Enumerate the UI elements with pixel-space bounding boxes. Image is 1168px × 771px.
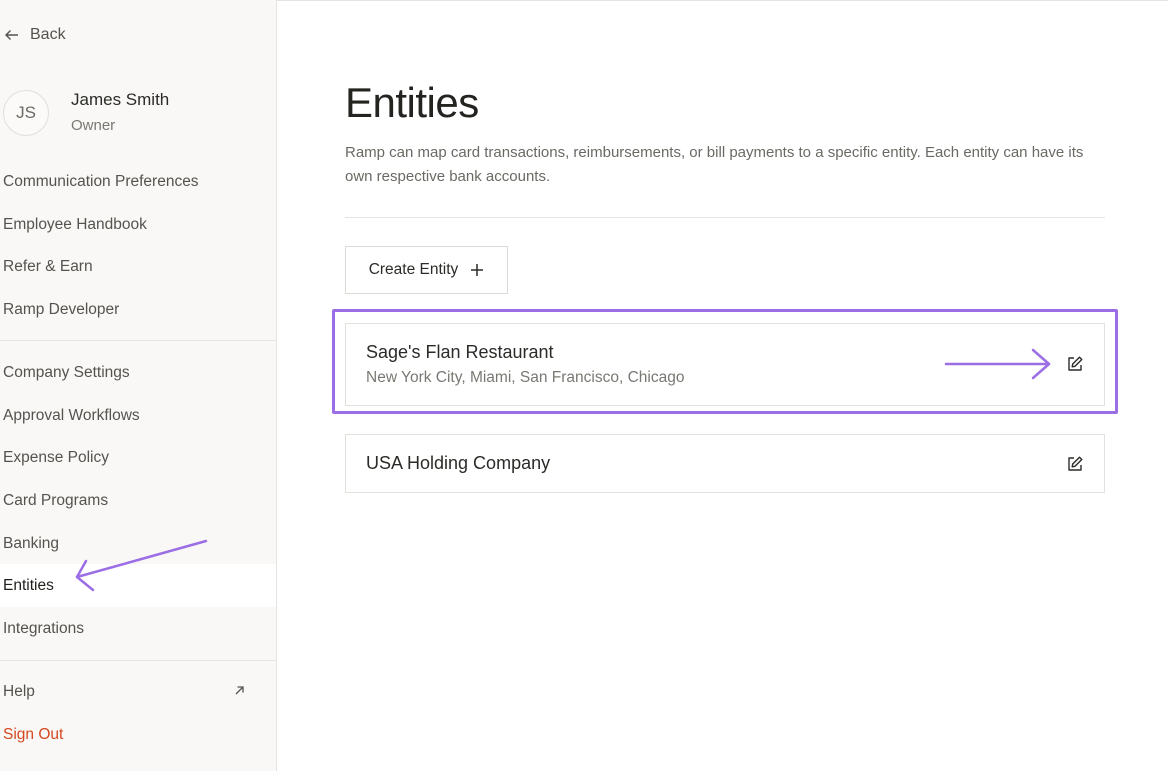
user-name: James Smith [71, 90, 170, 109]
sidebar-item-label: Expense Policy [3, 448, 109, 466]
user-role: Owner [71, 117, 116, 134]
back-button[interactable]: Back [4, 26, 66, 44]
sidebar-item-label: Approval Workflows [3, 406, 140, 424]
sidebar-divider [0, 340, 276, 341]
sidebar-item-label: Refer & Earn [3, 257, 93, 275]
entity-name: USA Holding Company [366, 453, 551, 473]
edit-icon[interactable] [1066, 455, 1084, 473]
sidebar-item-card-programs[interactable]: Card Programs [0, 479, 276, 522]
sidebar-item-approval-workflows[interactable]: Approval Workflows [0, 394, 276, 437]
sidebar: Back JS James Smith Owner Communication … [0, 0, 277, 771]
sidebar-item-label: Employee Handbook [3, 215, 147, 233]
arrow-left-icon [5, 30, 18, 40]
sidebar-item-label: Ramp Developer [3, 300, 120, 318]
sign-out-button[interactable]: Sign Out [0, 713, 276, 756]
sidebar-item-ramp-developer[interactable]: Ramp Developer [0, 288, 276, 331]
create-entity-label: Create Entity [368, 261, 459, 278]
highlight-box [332, 309, 1118, 414]
back-label: Back [30, 26, 66, 43]
avatar: JS [3, 90, 49, 136]
sidebar-item-expense-policy[interactable]: Expense Policy [0, 436, 276, 479]
sidebar-item-employee-handbook[interactable]: Employee Handbook [0, 203, 276, 246]
content-divider [345, 217, 1105, 218]
external-link-icon [235, 686, 244, 695]
sidebar-item-label: Company Settings [3, 363, 130, 381]
page-description: Ramp can map card transactions, reimburs… [345, 144, 1084, 185]
sidebar-item-label: Communication Preferences [3, 172, 199, 190]
sidebar-item-integrations[interactable]: Integrations [0, 607, 276, 650]
plus-icon [471, 264, 484, 276]
user-profile: JS James Smith Owner [3, 89, 169, 137]
top-divider [277, 0, 1168, 1]
page-title: Entities [345, 79, 479, 126]
sidebar-item-label: Entities [3, 576, 54, 594]
sidebar-item-label: Help [3, 682, 35, 700]
sidebar-item-communication-preferences[interactable]: Communication Preferences [0, 160, 276, 203]
app: Back JS James Smith Owner Communication … [0, 0, 1168, 771]
create-entity-button[interactable]: Create Entity [345, 246, 508, 294]
sidebar-item-label: Card Programs [3, 491, 109, 509]
sidebar-item-company-settings[interactable]: Company Settings [0, 351, 276, 394]
entity-row[interactable]: USA Holding Company [345, 434, 1105, 493]
sidebar-item-label: Sign Out [3, 725, 64, 743]
sidebar-divider [0, 660, 276, 661]
sidebar-item-label: Banking [3, 534, 60, 552]
sidebar-item-banking[interactable]: Banking [0, 522, 276, 565]
sidebar-item-help[interactable]: Help [0, 670, 276, 713]
sidebar-item-label: Integrations [3, 619, 84, 637]
sidebar-item-refer-earn[interactable]: Refer & Earn [0, 245, 276, 288]
sidebar-item-entities[interactable]: Entities [0, 564, 276, 607]
